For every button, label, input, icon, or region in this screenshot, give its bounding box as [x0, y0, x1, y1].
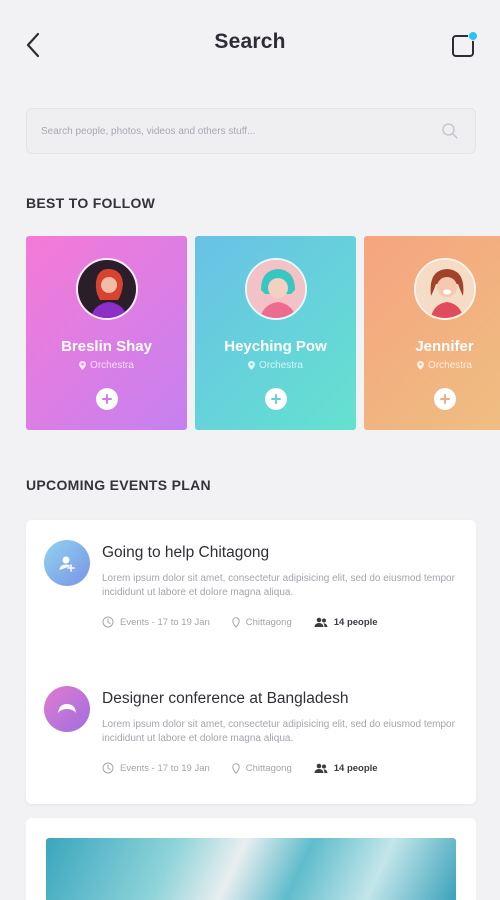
person-location: Orchestra [248, 360, 303, 371]
plus-icon [101, 394, 112, 404]
map-pin-icon [232, 762, 240, 774]
location-label: Orchestra [428, 360, 472, 371]
search-bar [26, 108, 476, 154]
follow-card[interactable]: Breslin Shay Orchestra [26, 236, 187, 430]
follow-card[interactable]: Jennifer Orchestra [364, 236, 500, 430]
event-location: Chittagong [232, 617, 292, 628]
clock-icon [102, 762, 114, 774]
person-location: Orchestra [79, 360, 134, 371]
search-input[interactable] [41, 125, 439, 137]
event-date-label: Events - 17 to 19 Jan [120, 762, 210, 774]
clock-icon [102, 616, 114, 628]
follow-carousel[interactable]: Breslin Shay Orchestra Heyching Pow Orch… [26, 236, 500, 430]
map-pin-icon [248, 361, 256, 370]
location-label: Orchestra [259, 360, 303, 371]
plus-icon [270, 394, 281, 404]
event-attendees: 14 people [314, 617, 378, 628]
avatar [413, 258, 476, 320]
events-list: Going to help Chitagong Lorem ipsum dolo… [26, 520, 476, 804]
event-attendees-label: 14 people [333, 762, 378, 774]
photo-image[interactable] [46, 838, 456, 900]
person-name: Heyching Pow [224, 338, 327, 355]
best-to-follow-title: BEST TO FOLLOW [26, 195, 156, 211]
umbrella-icon [58, 704, 76, 713]
avatar [75, 258, 138, 320]
event-location: Chittagong [232, 763, 292, 774]
page-title: Search [214, 30, 286, 53]
follow-card[interactable]: Heyching Pow Orchestra [195, 236, 356, 430]
plus-icon [439, 394, 450, 404]
event-attendees: 14 people [314, 763, 378, 774]
event-item[interactable]: Going to help Chitagong Lorem ipsum dolo… [26, 540, 476, 660]
header: Search [0, 0, 500, 90]
map-pin-icon [417, 361, 425, 370]
event-date: Events - 17 to 19 Jan [102, 616, 210, 628]
event-meta: Events - 17 to 19 Jan Chittagong 14 peop… [102, 762, 400, 774]
event-description: Lorem ipsum dolor sit amet, consectetur … [102, 573, 455, 598]
map-pin-icon [232, 616, 240, 628]
event-meta: Events - 17 to 19 Jan Chittagong 14 peop… [102, 616, 400, 628]
location-label: Orchestra [90, 360, 134, 371]
event-location-label: Chittagong [245, 616, 292, 628]
event-location-label: Chittagong [245, 762, 292, 774]
person-location: Orchestra [417, 360, 472, 371]
people-icon [314, 763, 328, 773]
upcoming-events-title: UPCOMING EVENTS PLAN [26, 477, 211, 493]
event-title[interactable]: Designer conference at Bangladesh [102, 690, 348, 708]
compose-icon [452, 31, 478, 57]
event-date-label: Events - 17 to 19 Jan [120, 616, 210, 628]
people-icon [314, 617, 328, 627]
event-date: Events - 17 to 19 Jan [102, 762, 210, 774]
search-icon[interactable] [439, 120, 461, 142]
avatar [244, 258, 307, 320]
user-icon [59, 556, 75, 572]
follow-button[interactable] [264, 388, 287, 410]
person-name: Jennifer [415, 338, 474, 355]
event-item[interactable]: Designer conference at Bangladesh Lorem … [26, 686, 476, 806]
event-attendees-label: 14 people [333, 616, 378, 628]
event-avatar [44, 686, 90, 732]
event-title[interactable]: Going to help Chitagong [102, 544, 269, 562]
follow-button[interactable] [95, 388, 118, 410]
person-name: Breslin Shay [61, 338, 152, 355]
map-pin-icon [79, 361, 87, 370]
event-description: Lorem ipsum dolor sit amet, consectetur … [102, 719, 455, 744]
event-avatar [44, 540, 90, 586]
compose-button[interactable] [450, 30, 480, 60]
photo-card[interactable] [26, 818, 476, 900]
follow-button[interactable] [433, 388, 456, 410]
